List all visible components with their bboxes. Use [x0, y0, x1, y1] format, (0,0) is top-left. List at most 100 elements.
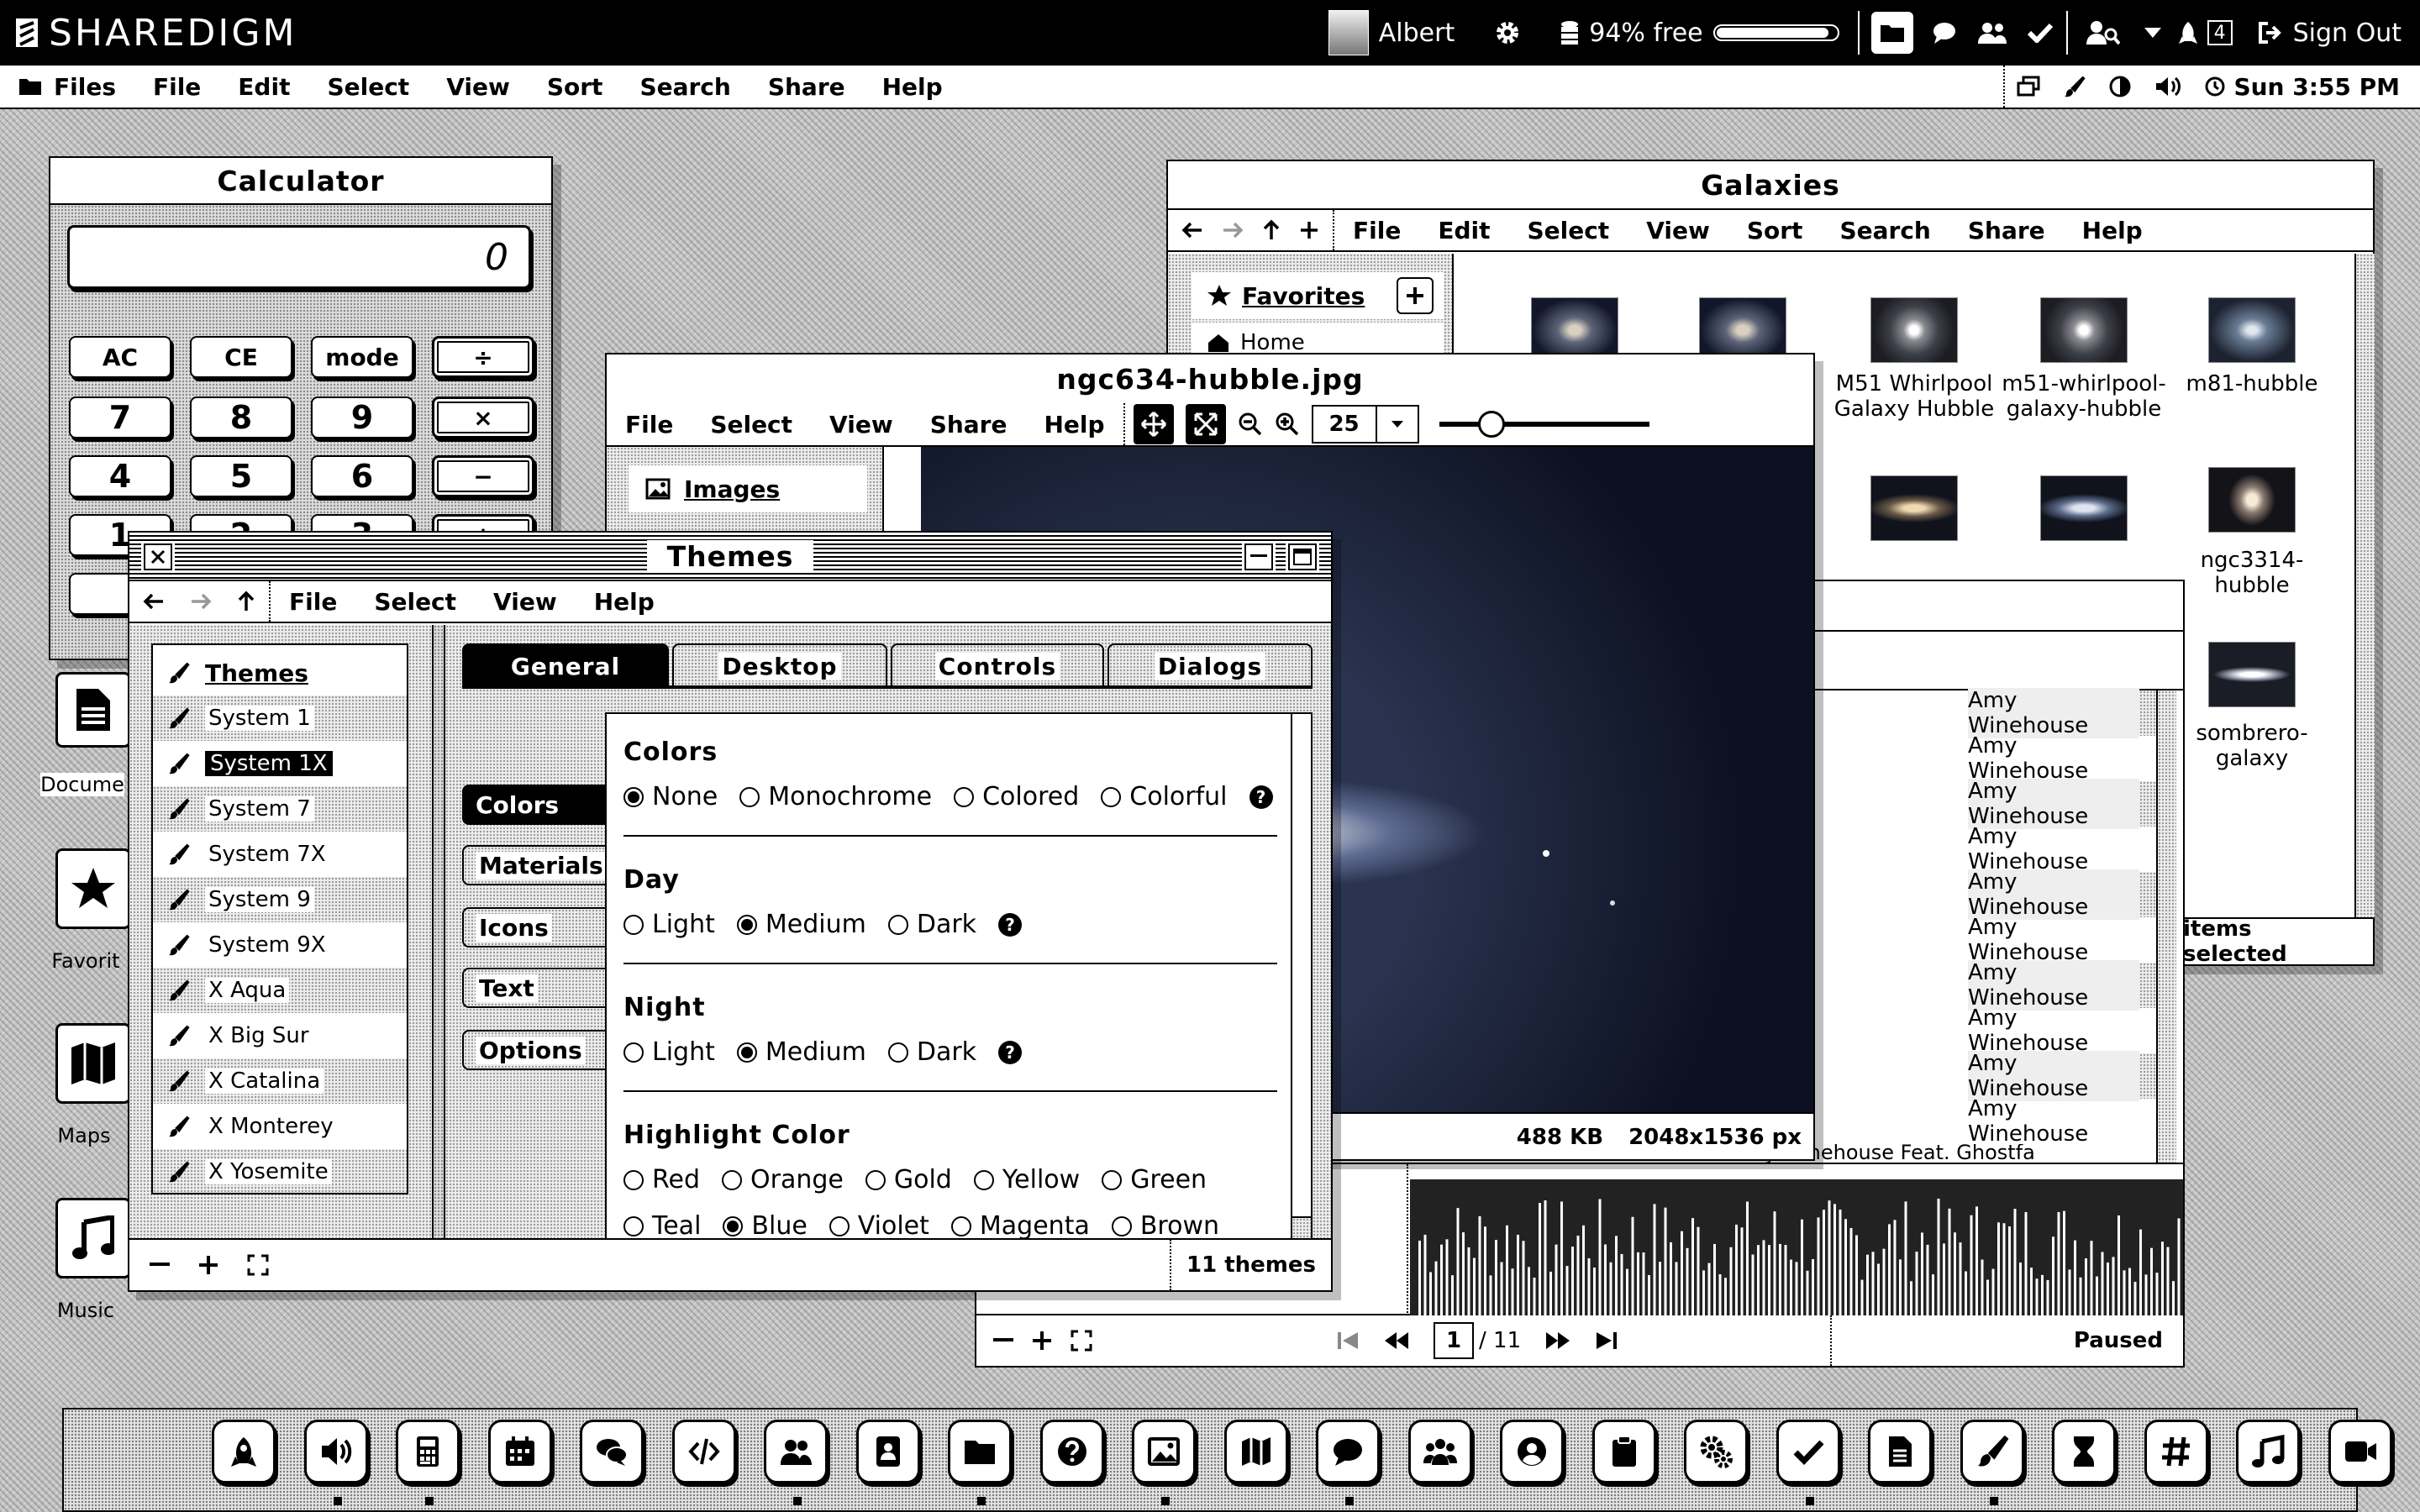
side-tab-text[interactable]: Text: [462, 968, 605, 1008]
tab-general[interactable]: General: [462, 643, 669, 687]
dock-item-document[interactable]: [1868, 1420, 1932, 1483]
chat-button[interactable]: [1922, 0, 1967, 66]
track-artist-cell[interactable]: Amy Winehouse: [1968, 1005, 2156, 1056]
theme-item[interactable]: System 1: [153, 696, 407, 741]
menu-sort[interactable]: Sort: [529, 73, 622, 101]
tab-desktop[interactable]: Desktop: [672, 643, 887, 687]
theme-item[interactable]: System 9: [153, 877, 407, 922]
themes-list-header[interactable]: Themes: [153, 650, 407, 696]
add-favorite-button[interactable]: [1397, 277, 1434, 314]
calculator-title-bar[interactable]: Calculator: [50, 158, 551, 205]
dock-item-speaker[interactable]: [303, 1420, 368, 1483]
side-tab-options[interactable]: Options: [462, 1030, 605, 1070]
up-arrow-icon[interactable]: [1262, 219, 1281, 241]
radio-red[interactable]: Red: [623, 1165, 700, 1194]
track-artist-cell[interactable]: Amy Winehouse: [1968, 1051, 2156, 1101]
galaxies-title-bar[interactable]: Galaxies: [1168, 161, 2373, 210]
menu-help[interactable]: Help: [864, 73, 961, 101]
zoom-in-icon[interactable]: [1275, 412, 1300, 437]
dock-item-group[interactable]: [1407, 1420, 1472, 1483]
menu-view[interactable]: View: [428, 73, 529, 101]
fullscreen-icon[interactable]: [1071, 1330, 1092, 1352]
calc-button-minus[interactable]: −: [432, 455, 534, 497]
radio-night-dark[interactable]: Dark: [887, 1037, 976, 1067]
radio-colored[interactable]: Colored: [954, 782, 1079, 811]
back-arrow-icon[interactable]: [143, 592, 165, 611]
zoom-select[interactable]: 25: [1311, 405, 1419, 444]
theme-item[interactable]: X Catalina: [153, 1058, 407, 1104]
tab-dialogs[interactable]: Dialogs: [1107, 643, 1313, 687]
menu-search[interactable]: Search: [1821, 217, 1949, 244]
calc-button-ce[interactable]: CE: [190, 336, 292, 378]
volume-button[interactable]: [2143, 76, 2193, 97]
calc-button-divide[interactable]: ÷: [432, 336, 534, 378]
theme-item[interactable]: System 7: [153, 786, 407, 832]
side-tab-materials[interactable]: Materials: [462, 845, 607, 885]
dock-item-contacts[interactable]: [855, 1420, 920, 1483]
radio-day-light[interactable]: Light: [623, 910, 715, 939]
maximize-button[interactable]: [1286, 541, 1319, 573]
menu-share[interactable]: Share: [912, 411, 1026, 438]
dock-item-users[interactable]: [764, 1420, 828, 1483]
menu-select[interactable]: Select: [1508, 217, 1628, 244]
dock-item-music[interactable]: [2236, 1420, 2300, 1483]
fullscreen-icon[interactable]: [247, 1254, 269, 1276]
themes-title-bar[interactable]: Themes: [129, 533, 1331, 581]
help-icon[interactable]: ?: [998, 912, 1023, 937]
radio-yellow[interactable]: Yellow: [973, 1165, 1080, 1194]
menu-help[interactable]: Help: [2064, 217, 2161, 244]
close-button[interactable]: [141, 541, 175, 573]
file-thumbnail[interactable]: [2040, 475, 2128, 541]
side-tab-icons[interactable]: Icons: [462, 907, 605, 948]
desktop-icon-favorites[interactable]: [50, 848, 134, 932]
track-artist-cell[interactable]: Amy Winehouse: [1968, 869, 2156, 920]
dock-item-message[interactable]: [1316, 1420, 1380, 1483]
theme-item[interactable]: X Aqua: [153, 968, 407, 1013]
dock-item-image[interactable]: [1132, 1420, 1196, 1483]
calc-button-5[interactable]: 5: [190, 455, 292, 497]
calc-button-multiply[interactable]: ×: [432, 396, 534, 438]
dock-item-video[interactable]: [2328, 1420, 2392, 1483]
track-artist-cell[interactable]: Amy Winehouse: [1968, 1096, 2156, 1147]
menu-select[interactable]: Select: [692, 411, 811, 438]
radio-green[interactable]: Green: [1102, 1165, 1207, 1194]
pan-button[interactable]: [1133, 404, 1174, 444]
colors-panel-scrollbar[interactable]: [1291, 714, 1311, 1238]
file-thumbnail[interactable]: [2208, 642, 2296, 707]
theme-item[interactable]: System 9X: [153, 922, 407, 968]
galaxies-scrollbar[interactable]: [2354, 254, 2375, 917]
storage-indicator[interactable]: 94% free: [1545, 0, 1854, 66]
menu-help[interactable]: Help: [1025, 411, 1123, 438]
track-artist-cell[interactable]: Amy Winehouse: [1968, 688, 2156, 738]
contrast-button[interactable]: [2097, 76, 2143, 97]
menu-edit[interactable]: Edit: [219, 73, 308, 101]
dock-item-calendar[interactable]: [487, 1420, 552, 1483]
zoom-slider-knob[interactable]: [1478, 411, 1506, 438]
dock-item-chat[interactable]: [580, 1420, 644, 1483]
radio-none[interactable]: None: [623, 782, 718, 811]
radio-monochrome[interactable]: Monochrome: [739, 782, 932, 811]
skip-end-icon[interactable]: [1595, 1331, 1620, 1351]
calc-button-4[interactable]: 4: [69, 455, 171, 497]
workspace-switcher[interactable]: 4: [2170, 0, 2241, 66]
dock-item-hash[interactable]: [2144, 1420, 2208, 1483]
menu-view[interactable]: View: [811, 411, 912, 438]
scrollbar-thumb[interactable]: [1292, 714, 1311, 1218]
menu-select[interactable]: Select: [308, 73, 428, 101]
radio-magenta[interactable]: Magenta: [950, 1211, 1090, 1238]
image-viewer-title-bar[interactable]: ngc634-hubble.jpg: [605, 353, 1815, 405]
file-thumbnail[interactable]: [2208, 467, 2296, 533]
calc-button-mode[interactable]: mode: [311, 336, 413, 378]
rewind-icon[interactable]: [1383, 1331, 1410, 1351]
file-thumbnail[interactable]: [1870, 297, 1958, 363]
theme-item[interactable]: System 7X: [153, 832, 407, 877]
people-button[interactable]: [1967, 0, 2018, 66]
menu-file[interactable]: File: [134, 73, 219, 101]
theme-item[interactable]: X Yosemite: [153, 1149, 407, 1193]
radio-day-dark[interactable]: Dark: [887, 910, 976, 939]
track-artist-cell[interactable]: Amy Winehouse: [1968, 733, 2156, 784]
menu-search[interactable]: Search: [621, 73, 749, 101]
calc-button-9[interactable]: 9: [311, 396, 413, 438]
user-menu[interactable]: Albert: [1313, 0, 1470, 66]
file-thumbnail[interactable]: [2040, 297, 2128, 363]
